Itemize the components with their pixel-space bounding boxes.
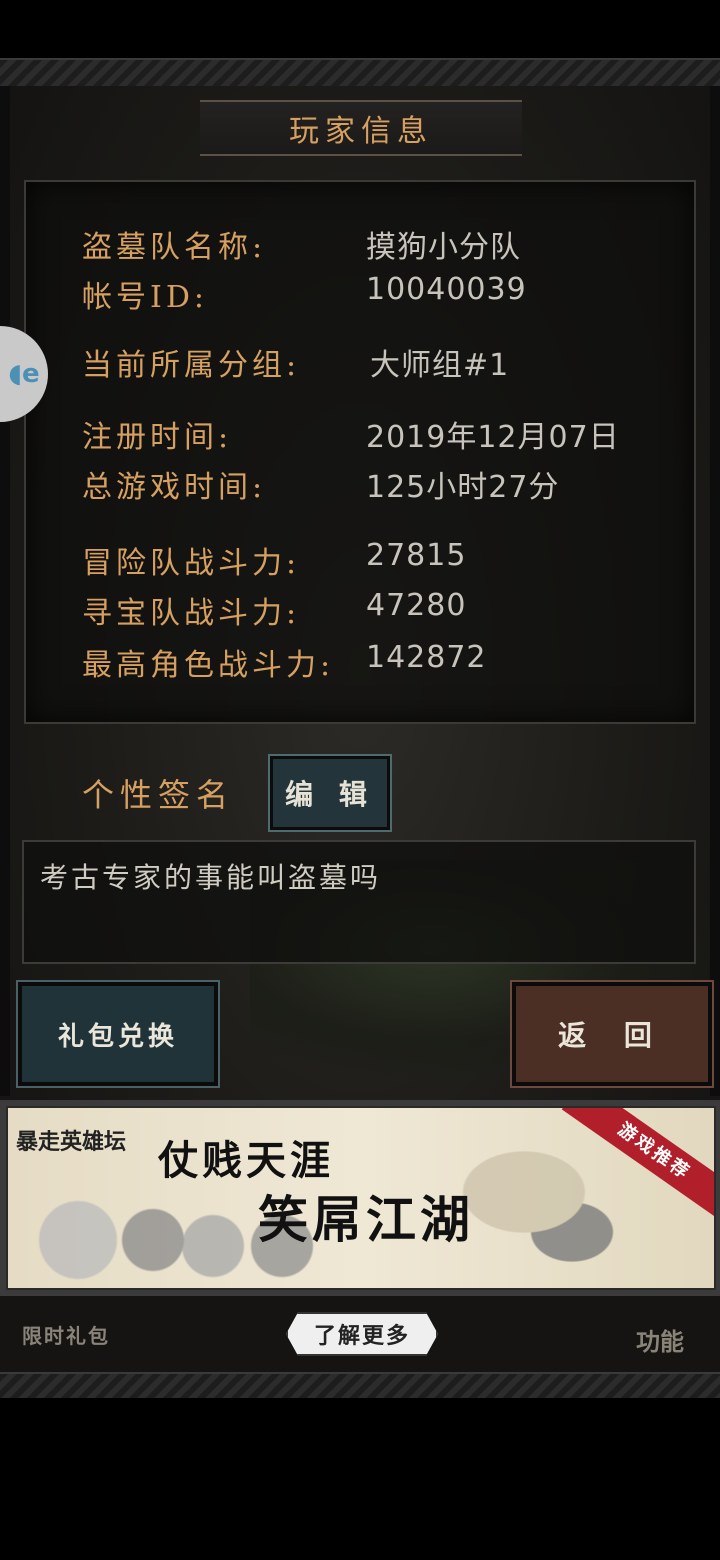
bottom-decorative-border — [0, 1372, 720, 1398]
account-id-row: 帐号ID: — [82, 272, 208, 316]
group-value: 大师组#1 — [370, 348, 510, 383]
team-name-row: 盗墓队名称: — [82, 222, 266, 266]
group-row: 当前所属分组: — [82, 340, 300, 384]
title-bar: 玩家信息 — [200, 100, 522, 156]
bottom-bar: 限时礼包 了解更多 功能 — [0, 1296, 720, 1372]
account-id-value: 10040039 — [366, 272, 527, 307]
page-title: 玩家信息 — [289, 114, 433, 149]
account-id-label: 帐号ID: — [82, 280, 209, 315]
ad-banner[interactable]: 暴走英雄坛 仗贱天涯 笑屌江湖 游戏推荐 — [6, 1106, 716, 1290]
treasure-power-label: 寻宝队战斗力: — [82, 596, 301, 631]
limited-gift-tab[interactable]: 限时礼包 — [22, 1320, 110, 1349]
top-role-power-label: 最高角色战斗力: — [82, 648, 335, 683]
learn-more-button[interactable]: 了解更多 — [286, 1312, 438, 1356]
adventure-power-row: 冒险队战斗力: — [82, 538, 300, 582]
register-time-row: 注册时间: — [82, 412, 232, 456]
register-time-label: 注册时间: — [82, 420, 233, 455]
play-time-label: 总游戏时间: — [82, 470, 267, 505]
signature-label: 个性签名 — [82, 776, 235, 814]
play-time-value: 125小时27分 — [366, 470, 560, 505]
assistant-icon: ◖e — [8, 359, 40, 389]
back-button[interactable]: 返 回 — [510, 980, 714, 1088]
ad-banner-frame: 暴走英雄坛 仗贱天涯 笑屌江湖 游戏推荐 — [0, 1100, 720, 1296]
team-name-label: 盗墓队名称: — [82, 230, 267, 265]
group-label: 当前所属分组: — [82, 348, 301, 383]
signature-box: 考古专家的事能叫盗墓吗 — [22, 840, 696, 964]
top-role-power-value: 142872 — [366, 640, 487, 675]
edit-signature-button[interactable]: 编 辑 — [268, 754, 392, 832]
function-tab[interactable]: 功能 — [636, 1322, 684, 1357]
right-frame — [710, 86, 720, 1096]
ad-slogan-line1: 仗贱天涯 — [158, 1137, 334, 1184]
left-frame — [0, 86, 10, 1096]
adventure-power-label: 冒险队战斗力: — [82, 546, 301, 581]
team-name-value: 摸狗小分队 — [366, 230, 521, 265]
top-role-power-row: 最高角色战斗力: — [82, 640, 334, 684]
signature-text: 考古专家的事能叫盗墓吗 — [40, 861, 382, 894]
play-time-row: 总游戏时间: — [82, 462, 266, 506]
gift-exchange-button[interactable]: 礼包兑换 — [16, 980, 220, 1088]
register-time-value: 2019年12月07日 — [366, 420, 620, 455]
adventure-power-value: 27815 — [366, 538, 467, 573]
treasure-power-value: 47280 — [366, 588, 467, 623]
ad-brand: 暴走英雄坛 — [16, 1129, 127, 1155]
ad-slogan-line2: 笑屌江湖 — [258, 1190, 474, 1249]
treasure-power-row: 寻宝队战斗力: — [82, 588, 300, 632]
